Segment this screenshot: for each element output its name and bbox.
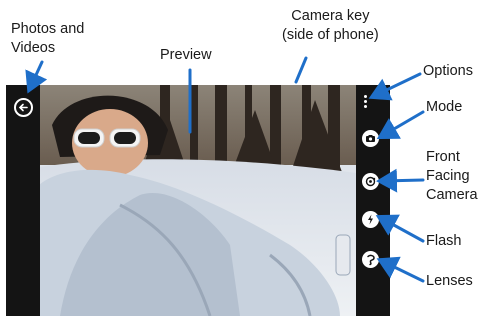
flash-button[interactable] [362, 211, 379, 228]
label-mode: Mode [426, 99, 463, 115]
lenses-button[interactable] [362, 251, 379, 268]
options-button[interactable] [363, 95, 369, 111]
label-front-facing-camera: Front Facing Camera [426, 149, 478, 203]
camera-preview [40, 85, 356, 316]
front-facing-camera-button[interactable] [362, 173, 379, 190]
mode-button[interactable] [362, 130, 379, 147]
back-button[interactable] [14, 98, 33, 117]
camera-screen [6, 85, 390, 316]
label-photos-and-videos: Photos and Videos [11, 21, 85, 56]
label-lenses: Lenses [426, 273, 473, 289]
label-flash: Flash [426, 233, 462, 249]
lenses-icon [367, 254, 375, 266]
line-camera-key [294, 56, 308, 84]
arrow-left-icon [18, 103, 28, 112]
switch-camera-icon [365, 176, 376, 187]
camera-mode-icon [366, 135, 375, 142]
label-preview: Preview [160, 47, 212, 63]
more-options-icon [364, 95, 367, 98]
label-options: Options [423, 63, 473, 79]
label-camera-key: Camera key (side of phone) [282, 8, 379, 43]
flash-icon [368, 214, 373, 225]
